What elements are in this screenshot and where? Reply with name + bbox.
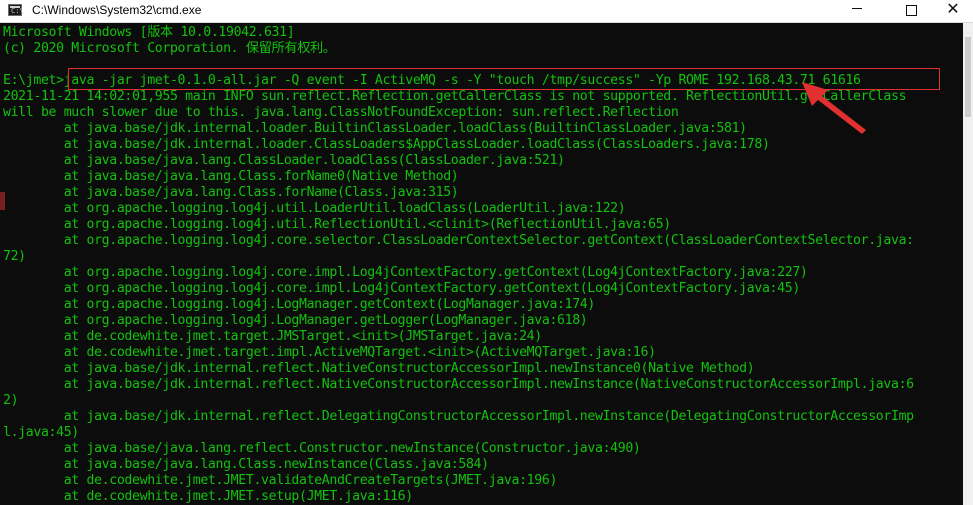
stack-trace-line: l.java:45) xyxy=(3,425,79,440)
stack-trace-line: at java.base/jdk.internal.loader.ClassLo… xyxy=(3,137,770,152)
maximize-button[interactable] xyxy=(888,0,934,22)
close-icon: ✕ xyxy=(946,1,960,18)
stack-trace-line: at java.base/java.lang.Class.forName(Cla… xyxy=(3,185,459,200)
close-button[interactable]: ✕ xyxy=(933,0,973,22)
vertical-scrollbar[interactable] xyxy=(963,23,973,505)
stack-trace-line: 72) xyxy=(3,249,26,264)
console-line: 2021-11-21 14:02:01,955 main INFO sun.re… xyxy=(3,89,907,104)
red-arrow-icon xyxy=(802,82,866,134)
stack-trace-line: at org.apache.logging.log4j.LogManager.g… xyxy=(3,297,596,312)
stack-trace-line: at de.codewhite.jmet.JMET.setup(JMET.jav… xyxy=(3,489,413,504)
cmd-icon: C:\ xyxy=(8,4,24,16)
command-line: E:\jmet>java -jar jmet-0.1.0-all.jar -Q … xyxy=(3,73,861,88)
console-line: Microsoft Windows [版本 10.0.19042.631] xyxy=(3,25,295,40)
background-window-edge xyxy=(0,192,5,210)
stack-trace-line: at org.apache.logging.log4j.util.Reflect… xyxy=(3,217,672,232)
stack-trace-line: at org.apache.logging.log4j.core.impl.Lo… xyxy=(3,265,808,280)
stack-trace-line: at org.apache.logging.log4j.LogManager.g… xyxy=(3,313,588,328)
stack-trace-line: at org.apache.logging.log4j.core.impl.Lo… xyxy=(3,281,801,296)
stack-trace-line: at java.base/jdk.internal.reflect.Delega… xyxy=(3,409,914,424)
stack-trace-line: at de.codewhite.jmet.target.JMSTarget.<i… xyxy=(3,329,543,344)
stack-trace-line: at org.apache.logging.log4j.core.selecto… xyxy=(3,233,914,248)
stack-trace-line: at java.base/java.lang.Class.forName0(Na… xyxy=(3,169,459,184)
minimize-icon xyxy=(852,7,862,9)
scrollbar-thumb[interactable] xyxy=(965,37,971,117)
stack-trace-line: at java.base/java.lang.Class.newInstance… xyxy=(3,457,489,472)
stack-trace-line: at de.codewhite.jmet.JMET.validateAndCre… xyxy=(3,473,558,488)
stack-trace-line: at java.base/java.lang.ClassLoader.loadC… xyxy=(3,153,565,168)
stack-trace-line: at de.codewhite.jmet.target.impl.ActiveM… xyxy=(3,345,656,360)
stack-trace-line: at java.base/java.lang.reflect.Construct… xyxy=(3,441,641,456)
maximize-icon xyxy=(905,5,917,16)
window-title: C:\Windows\System32\cmd.exe xyxy=(32,3,202,17)
stack-trace-line: at java.base/jdk.internal.reflect.Native… xyxy=(3,377,914,392)
window-titlebar[interactable]: C:\ C:\Windows\System32\cmd.exe ✕ xyxy=(0,0,973,23)
stack-trace-line: 2) xyxy=(3,393,19,408)
console-line: (c) 2020 Microsoft Corporation. 保留所有权利。 xyxy=(3,41,336,56)
minimize-button[interactable] xyxy=(834,0,880,22)
stack-trace-line: at java.base/jdk.internal.loader.Builtin… xyxy=(3,121,747,136)
cmd-icon-text: C:\ xyxy=(11,7,24,15)
console-line: will be much slower due to this. java.la… xyxy=(3,105,679,120)
stack-trace-line: at org.apache.logging.log4j.util.LoaderU… xyxy=(3,201,626,216)
stack-trace-line: at java.base/jdk.internal.reflect.Native… xyxy=(3,361,755,376)
